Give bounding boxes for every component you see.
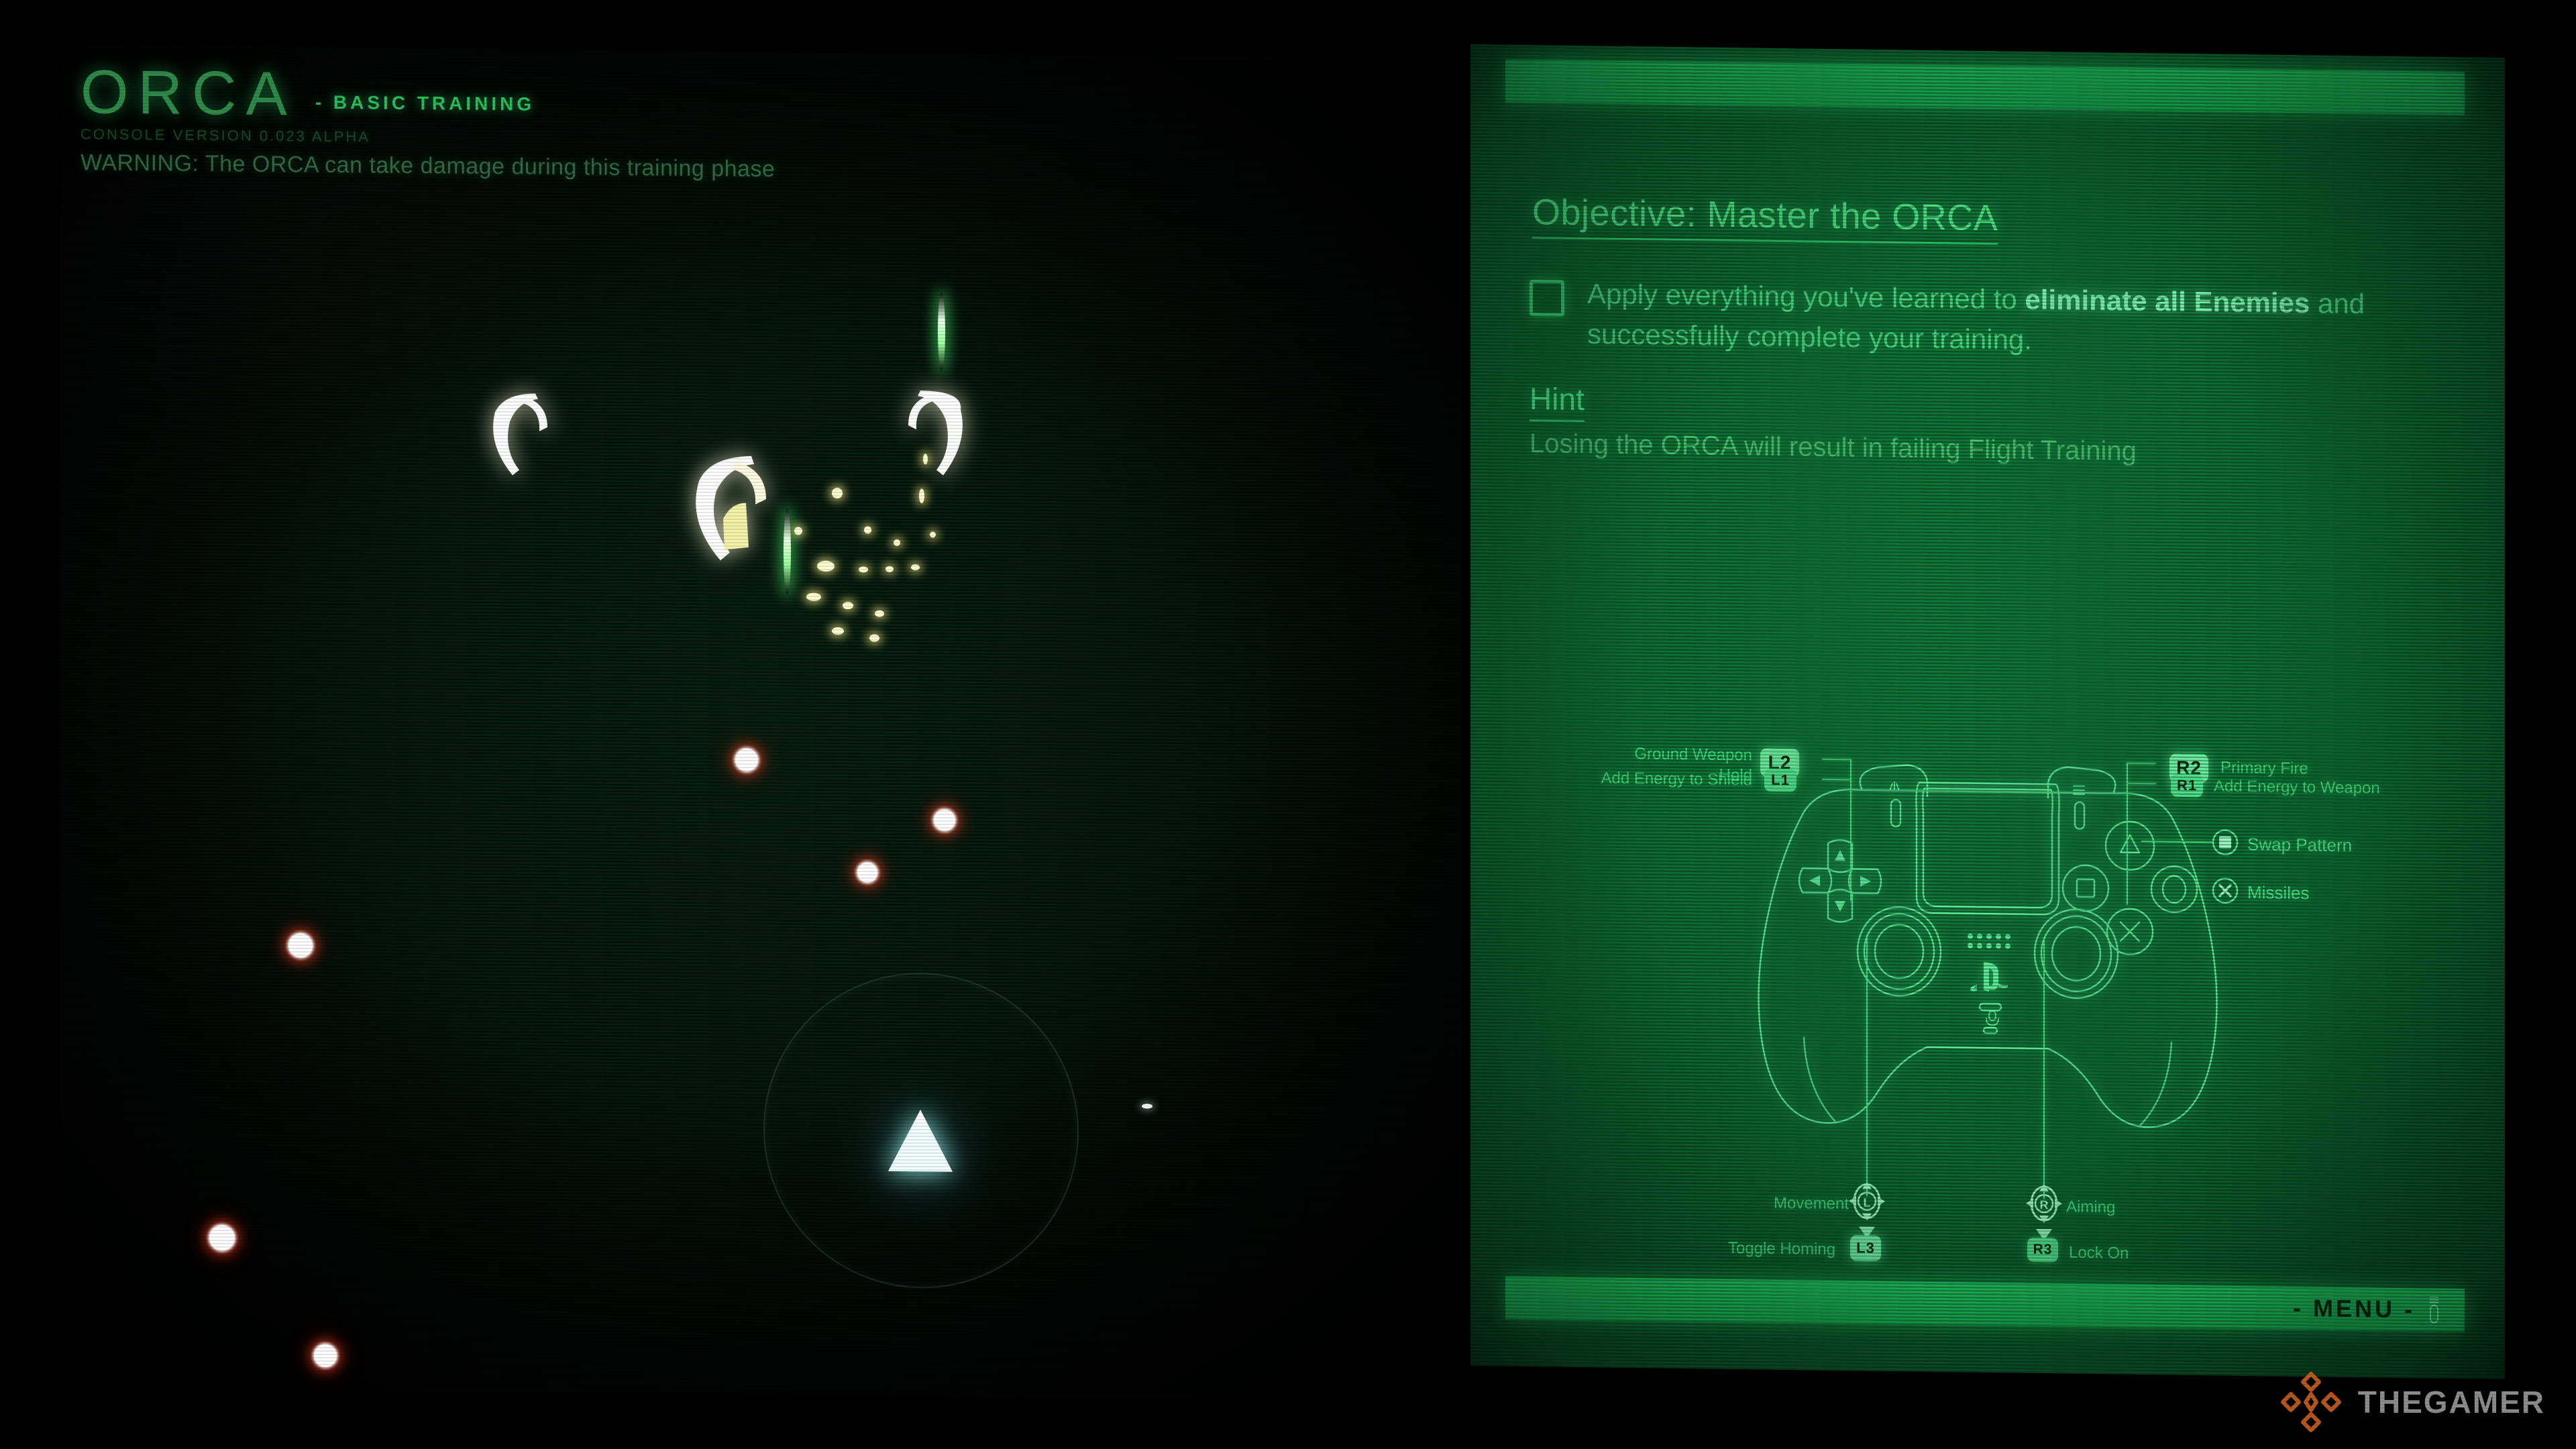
options-icon-pill [2430, 1304, 2438, 1324]
objective-row: Apply everything you've learned to elimi… [1529, 273, 2428, 365]
enemy-blip [288, 933, 313, 958]
thegamer-watermark: THEGAMER [2279, 1370, 2545, 1434]
game-viewport: ORCA - BASIC TRAINING CONSOLE VERSION 0.… [60, 45, 1462, 1401]
explosion-spark [885, 566, 894, 572]
right-stick-icon[interactable]: R [2025, 1183, 2063, 1225]
enemy-claw [696, 455, 766, 561]
explosion-spark [817, 560, 835, 572]
explosion-spark [806, 592, 821, 601]
briefing-panel-surface: Objective: Master the ORCA Apply everyth… [1470, 44, 2505, 1380]
explosion-spark [930, 531, 936, 538]
game-warning-text: WARNING: The ORCA can take damage during… [80, 150, 775, 182]
label-primary-fire: Primary Fire [2220, 758, 2308, 778]
game-hud-overlay: ORCA - BASIC TRAINING CONSOLE VERSION 0.… [80, 58, 775, 182]
enemy-blip [735, 748, 758, 771]
game-version-text: CONSOLE VERSION 0.023 ALPHA [80, 125, 370, 146]
label-aiming: Aiming [2066, 1197, 2116, 1217]
explosion-spark [869, 634, 879, 642]
explosion-spark [832, 488, 843, 499]
enemy-blip [857, 862, 877, 883]
badge-l1[interactable]: L1 [1764, 768, 1796, 792]
hint-title: Hint [1529, 380, 1585, 423]
explosion-spark [923, 453, 928, 465]
enemy-blip [314, 1344, 337, 1367]
explosion-spark [911, 564, 920, 571]
left-stick-icon[interactable]: L [1847, 1180, 1886, 1222]
hud-title-row: ORCA - BASIC TRAINING [80, 58, 775, 129]
label-toggle-homing: Toggle Homing [1728, 1238, 1836, 1259]
objective-description: Apply everything you've learned to elimi… [1587, 274, 2428, 365]
objective-checkbox[interactable] [1529, 280, 1564, 317]
label-add-energy-shield: Add Energy to Shield [1601, 769, 1752, 790]
explosion-spark [919, 488, 924, 504]
objective-text-part1: Apply everything you've learned to [1587, 278, 2025, 315]
badge-l3[interactable]: L3 [1850, 1235, 1881, 1261]
label-add-energy-weapon: Add Energy to Weapon [2214, 777, 2380, 798]
projectile-tracer [938, 292, 945, 372]
leader-line-lstick [1866, 934, 1868, 1197]
objective-text-bold: eliminate all Enemies [2025, 283, 2310, 319]
cross-button-icon[interactable] [2211, 876, 2239, 905]
game-title: ORCA [80, 58, 297, 129]
leader-line-rstick [2043, 937, 2045, 1199]
enemy-claw [908, 390, 963, 476]
enemy-blip [209, 1225, 235, 1251]
explosion-spark [794, 527, 802, 535]
explosion-spark [859, 566, 868, 573]
panel-top-bar [1505, 59, 2465, 115]
game-render-surface: ORCA - BASIC TRAINING CONSOLE VERSION 0.… [60, 45, 1462, 1401]
briefing-panel: Objective: Master the ORCA Apply everyth… [1470, 44, 2505, 1380]
enemy-claw [493, 393, 547, 476]
game-subtitle: - BASIC TRAINING [315, 91, 535, 115]
square-button-icon[interactable] [2211, 828, 2239, 857]
badge-r1[interactable]: R1 [2171, 773, 2203, 798]
viewport-scanlines [60, 45, 1462, 1401]
thegamer-wordmark: THEGAMER [2357, 1385, 2545, 1419]
label-ground-weapon-line1: Ground Weapon [1634, 745, 1752, 765]
label-swap-pattern: Swap Pattern [2247, 834, 2353, 856]
explosion-spark [843, 602, 853, 610]
player-ship-icon [888, 1110, 953, 1172]
screenshot-root: ORCA - BASIC TRAINING CONSOLE VERSION 0.… [0, 0, 2576, 1449]
thegamer-logo-icon [2280, 1372, 2341, 1432]
label-lock-on: Lock On [2069, 1243, 2129, 1263]
viewport-vignette [60, 45, 1462, 1401]
explosion-spark [875, 610, 884, 617]
dualsense-controller-outline [1758, 764, 2218, 1128]
controller-diagram: Ground Weapon Hold L2 Add Energy to Shie… [1470, 735, 2505, 1305]
explosion-spark [894, 539, 900, 546]
explosion-spark [832, 627, 844, 635]
hint-description: Losing the ORCA will result in failing F… [1529, 429, 2137, 466]
badge-r3[interactable]: R3 [2027, 1237, 2058, 1263]
explosion-spark [864, 526, 871, 534]
objective-title: Objective: Master the ORCA [1532, 191, 1998, 246]
label-missiles: Missiles [2247, 882, 2310, 904]
enemy-blip [1142, 1104, 1152, 1109]
enemy-blip [934, 809, 955, 831]
svg-text:R: R [2040, 1198, 2049, 1212]
playstation-logo-icon [1970, 961, 2008, 992]
label-movement: Movement [1774, 1193, 1849, 1214]
svg-text:L: L [1864, 1196, 1871, 1210]
